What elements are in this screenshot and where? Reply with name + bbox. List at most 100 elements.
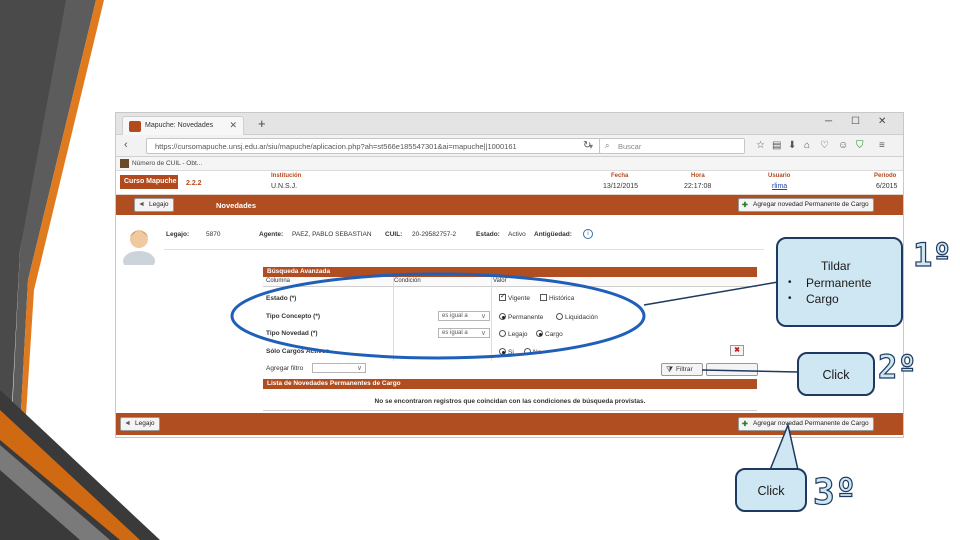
filter-button[interactable]: ⧩ Filtrar <box>661 363 703 376</box>
empty-results-message: No se encontraron registros que coincida… <box>374 398 646 405</box>
condition-select-tipo-concepto[interactable]: es igual a <box>438 311 490 321</box>
filter-label-cargos-activos: Sólo Cargos Activos <box>266 348 330 355</box>
new-tab-icon[interactable]: + <box>258 116 266 131</box>
callout-step-1: Tildar Permanente Cargo <box>776 237 903 327</box>
option-label: Permanente <box>508 314 544 321</box>
header-label-institucion: Institución <box>271 173 302 179</box>
browser-toolbar: ‹ https://cursomapuche.unsj.edu.ar/siu/m… <box>116 135 903 157</box>
step-number-1: 1º <box>912 235 952 274</box>
shield-icon[interactable]: ⛉ <box>856 140 864 151</box>
page-title: Novedades <box>216 201 257 210</box>
radio-legajo[interactable]: Legajo <box>499 330 528 338</box>
option-label: Si <box>508 349 514 356</box>
address-text: https://cursomapuche.unsj.edu.ar/siu/map… <box>155 142 517 151</box>
list-title: Lista de Novedades Permanentes de Cargo <box>263 379 757 389</box>
download-icon[interactable]: ⬇ <box>788 140 796 151</box>
add-icon: ✚ <box>742 202 748 209</box>
tab-close-icon[interactable]: ✕ <box>229 120 237 131</box>
browser-tab[interactable]: Mapuche: Novedades ✕ <box>122 116 244 135</box>
option-label: Legajo <box>508 331 528 338</box>
add-novedad-label-bottom: Agregar novedad Permanente de Cargo <box>753 420 869 427</box>
header-value-hora: 22:17:08 <box>684 183 712 190</box>
app-header: Curso Mapuche 2.2.2 Institución U.N.S.J.… <box>116 171 903 195</box>
radio-permanente[interactable]: Permanente <box>499 313 543 321</box>
column-separator <box>393 277 394 361</box>
radio-selected-icon <box>499 313 506 320</box>
estado-value: Activo <box>508 231 526 238</box>
bottom-action-bar: ◄ Legajo ✚ Agregar novedad Permanente de… <box>116 413 903 435</box>
legajo-label: Legajo: <box>166 231 190 238</box>
emoji-icon[interactable]: ☺ <box>838 140 848 151</box>
add-novedad-button-top[interactable]: ✚ Agregar novedad Permanente de Cargo <box>738 198 874 212</box>
header-value-fecha: 13/12/2015 <box>603 183 639 190</box>
agente-label: Agente: <box>259 231 284 238</box>
remove-filter-icon[interactable]: ✖ <box>730 345 744 356</box>
radio-si[interactable]: Si <box>499 348 514 356</box>
radio-liquidacion[interactable]: Liquidación <box>556 313 598 321</box>
radio-icon <box>499 330 506 337</box>
filter-column-headers: Columna Condición Valor <box>263 277 757 287</box>
star-icon[interactable]: ☆ <box>756 140 765 151</box>
header-label-periodo: Período <box>874 173 897 179</box>
header-label-fecha: Fecha <box>611 173 629 179</box>
radio-icon <box>556 313 563 320</box>
add-filter-select[interactable] <box>312 363 366 373</box>
legajo-back-label-bottom: Legajo <box>135 420 155 427</box>
divider <box>263 410 757 411</box>
reload-icon[interactable]: ↻ <box>583 140 591 151</box>
minimize-icon[interactable]: ─ <box>825 116 832 127</box>
radio-icon <box>524 348 531 355</box>
menu-icon[interactable]: ≡ <box>879 140 885 151</box>
option-label: Vigente <box>508 295 530 302</box>
home-icon[interactable]: ⌂ <box>804 140 810 151</box>
column-header-condicion: Condición <box>394 278 421 284</box>
antiguedad-label: Antigüedad: <box>534 231 572 238</box>
pocket-icon[interactable]: ♡ <box>820 140 829 151</box>
column-separator <box>491 277 492 361</box>
column-header-valor: Valor <box>493 278 507 284</box>
checkbox-icon <box>540 294 547 301</box>
callout-step-2: Click <box>797 352 875 396</box>
maximize-icon[interactable]: ☐ <box>851 116 860 127</box>
cuil-label: CUIL: <box>385 231 403 238</box>
legajo-back-button[interactable]: ◄ Legajo <box>134 198 174 212</box>
bookmark-icon <box>120 159 129 168</box>
bookmark-item[interactable]: Número de CUIL - Obt... <box>132 160 202 167</box>
add-novedad-label-top: Agregar novedad Permanente de Cargo <box>753 201 869 208</box>
option-label: No <box>533 349 542 356</box>
address-bar[interactable]: https://cursomapuche.unsj.edu.ar/siu/map… <box>146 138 608 154</box>
legajo-back-button-bottom[interactable]: ◄ Legajo <box>120 417 160 431</box>
add-icon: ✚ <box>742 421 748 428</box>
header-value-usuario[interactable]: rlima <box>772 183 787 190</box>
checkbox-historica[interactable]: Histórica <box>540 294 574 302</box>
add-novedad-button-bottom[interactable]: ✚ Agregar novedad Permanente de Cargo <box>738 417 874 431</box>
option-label: Cargo <box>545 331 563 338</box>
app-version: 2.2.2 <box>186 180 202 187</box>
condition-select-tipo-novedad[interactable]: es igual a <box>438 328 490 338</box>
reading-list-icon[interactable]: ▤ <box>772 140 781 151</box>
info-icon[interactable]: i <box>583 229 593 239</box>
browser-tab-bar: Mapuche: Novedades ✕ + ─ ☐ ✕ <box>116 113 903 135</box>
browser-search-input[interactable]: ⌕ Buscar <box>599 138 745 154</box>
clear-filter-button[interactable] <box>706 363 758 376</box>
divider <box>164 249 764 250</box>
top-action-bar: ◄ Legajo Novedades ✚ Agregar novedad Per… <box>116 195 903 215</box>
back-arrow-icon[interactable]: ‹ <box>124 139 128 151</box>
option-label: Histórica <box>549 295 575 302</box>
filter-label-tipo-novedad: Tipo Novedad (*) <box>266 330 318 337</box>
radio-no[interactable]: No <box>524 348 541 356</box>
advanced-search-title: Búsqueda Avanzada <box>263 267 757 277</box>
add-filter-label: Agregar filtro <box>266 365 304 372</box>
callout-step-3: Click <box>735 468 807 512</box>
checkbox-vigente[interactable]: Vigente <box>499 292 530 302</box>
back-icon: ◄ <box>138 201 145 208</box>
header-label-usuario: Usuario <box>768 173 791 179</box>
estado-label: Estado: <box>476 231 500 238</box>
column-header-columna: Columna <box>266 278 291 284</box>
callout-item: Permanente <box>788 275 871 292</box>
filter-button-label: Filtrar <box>676 366 693 373</box>
radio-cargo[interactable]: Cargo <box>536 330 563 338</box>
header-value-institucion: U.N.S.J. <box>271 183 298 190</box>
step-number-3: 3º <box>812 471 857 513</box>
close-window-icon[interactable]: ✕ <box>878 116 886 127</box>
